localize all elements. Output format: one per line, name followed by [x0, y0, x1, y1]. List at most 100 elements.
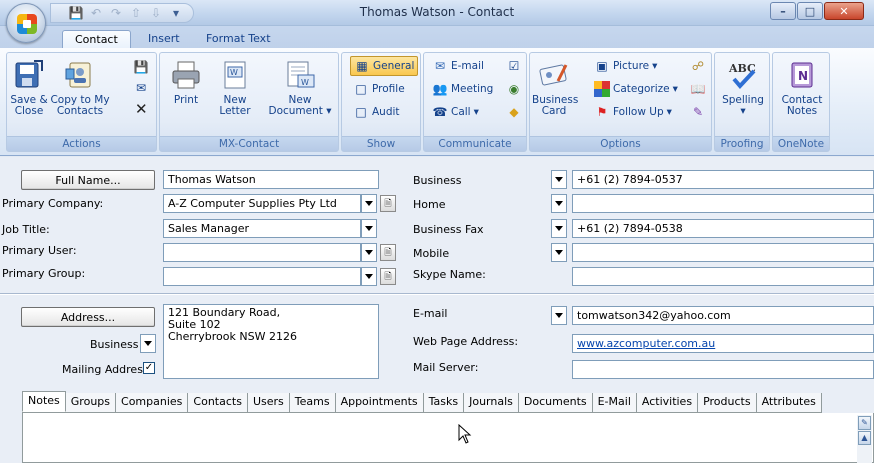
office-button[interactable]: [6, 3, 46, 43]
map-button[interactable]: ◆: [506, 102, 522, 122]
ribbon: Save & Close Copy to My Contacts 💾 ✉ ✕ A…: [0, 48, 874, 156]
printer-icon: [169, 57, 203, 93]
minimize-button[interactable]: –: [770, 2, 796, 20]
notes-scrollbar[interactable]: ✎ ▲: [857, 415, 872, 463]
meeting-button[interactable]: 👥 Meeting: [432, 79, 494, 99]
full-name-input[interactable]: Thomas Watson: [163, 170, 379, 189]
primary-user-open-button[interactable]: 🗎: [380, 244, 396, 261]
phone-type-dropdown-home[interactable]: [551, 194, 567, 213]
address-textarea[interactable]: 121 Boundary Road, Suite 102 Cherrybrook…: [163, 304, 379, 379]
primary-group-dropdown-arrow[interactable]: [361, 267, 377, 286]
categorize-button[interactable]: Categorize ▾: [594, 79, 678, 99]
save-close-label-line2: Close: [14, 105, 44, 117]
tab-insert[interactable]: Insert: [136, 30, 192, 48]
office-logo-icon: [17, 14, 37, 34]
profile-button[interactable]: □ Profile: [353, 79, 404, 99]
open-record-icon: 🗎: [384, 271, 392, 282]
primary-group-open-button[interactable]: 🗎: [380, 268, 396, 285]
phone-label-home: Home: [413, 198, 446, 211]
tab-companies[interactable]: Companies: [116, 393, 189, 412]
primary-company-select[interactable]: A-Z Computer Supplies Pty Ltd: [163, 194, 361, 213]
form-divider: [0, 293, 874, 295]
job-title-dropdown-arrow[interactable]: [361, 219, 377, 238]
tab-teams[interactable]: Teams: [289, 393, 336, 412]
tab-activities[interactable]: Activities: [636, 393, 699, 412]
save-close-button[interactable]: Save & Close: [9, 55, 49, 117]
private-button[interactable]: ☍: [690, 56, 706, 76]
job-title-select[interactable]: Sales Manager: [163, 219, 361, 238]
address-book-button[interactable]: 📖: [690, 79, 706, 99]
full-name-button[interactable]: Full Name...: [21, 170, 155, 190]
mail-merge-button[interactable]: ✉: [133, 78, 149, 98]
phone-input-business[interactable]: +61 (2) 7894-0537: [572, 170, 874, 189]
title-bar: 💾 ↶ ↷ ⇧ ⇩ ▾ Thomas Watson - Contact – □ …: [0, 0, 874, 26]
audit-button[interactable]: □ Audit: [353, 102, 399, 122]
phone-input-business-fax[interactable]: +61 (2) 7894-0538: [572, 219, 874, 238]
picture-button[interactable]: ▣ Picture ▾: [594, 56, 657, 76]
business-card-button[interactable]: Business Card: [532, 55, 578, 117]
mailing-address-checkbox[interactable]: ✓: [143, 362, 155, 374]
copy-to-my-contacts-button[interactable]: Copy to My Contacts: [49, 55, 111, 117]
print-button[interactable]: Print: [166, 55, 206, 106]
phone-type-dropdown-business-fax[interactable]: [551, 219, 567, 238]
email-button[interactable]: ✉ E-mail: [432, 56, 484, 76]
phone-input-home[interactable]: [572, 194, 874, 213]
group-label-proofing: Proofing: [715, 136, 769, 151]
web-page-link[interactable]: www.azcomputer.com.au: [577, 337, 715, 350]
skype-name-input[interactable]: [572, 267, 874, 286]
tab-users[interactable]: Users: [247, 393, 290, 412]
notes-textarea[interactable]: [22, 413, 874, 463]
email-input[interactable]: tomwatson342@yahoo.com: [572, 306, 874, 325]
primary-user-dropdown-arrow[interactable]: [361, 243, 377, 262]
tab-attributes[interactable]: Attributes: [756, 393, 822, 412]
address-type-label: Business: [90, 338, 139, 351]
maximize-button[interactable]: □: [797, 2, 823, 20]
tab-notes[interactable]: Notes: [22, 391, 66, 412]
tab-format-text[interactable]: Format Text: [194, 30, 283, 48]
phone-type-dropdown-business[interactable]: [551, 170, 567, 189]
general-button[interactable]: ▦ General: [350, 56, 419, 76]
group-label-options: Options: [530, 136, 711, 151]
tab-contacts[interactable]: Contacts: [188, 393, 248, 412]
mail-server-input[interactable]: [572, 360, 874, 379]
primary-user-select[interactable]: [163, 243, 361, 262]
delete-button[interactable]: ✕: [135, 99, 148, 119]
phone-icon: ☎: [432, 105, 448, 119]
call-button[interactable]: ☎ Call ▾: [432, 102, 479, 122]
save-dropdown-button[interactable]: 💾: [133, 57, 149, 77]
follow-up-button[interactable]: ⚑ Follow Up ▾: [594, 102, 672, 122]
spelling-button[interactable]: ABC Spelling ▾: [719, 55, 767, 117]
notes-edit-icon[interactable]: ✎: [858, 416, 871, 430]
web-page-input[interactable]: www.azcomputer.com.au: [572, 334, 874, 353]
tab-products[interactable]: Products: [698, 393, 757, 412]
chevron-down-icon: ▾: [473, 106, 479, 118]
phone-type-dropdown-mobile[interactable]: [551, 243, 567, 262]
tab-tasks[interactable]: Tasks: [423, 393, 465, 412]
tab-email[interactable]: E-Mail: [592, 393, 637, 412]
tab-contact[interactable]: Contact: [62, 30, 131, 48]
group-label-communicate: Communicate: [424, 136, 526, 151]
new-letter-button[interactable]: W New Letter: [212, 55, 258, 117]
tab-documents[interactable]: Documents: [518, 393, 593, 412]
scroll-up-icon[interactable]: ▲: [858, 431, 871, 445]
tab-groups[interactable]: Groups: [65, 393, 117, 412]
email-type-dropdown[interactable]: [551, 306, 567, 325]
primary-group-select[interactable]: [163, 267, 361, 286]
primary-company-open-button[interactable]: 🗎: [380, 195, 396, 212]
address-type-dropdown[interactable]: [140, 334, 156, 353]
contact-form: Full Name... Thomas Watson Primary Compa…: [0, 157, 874, 463]
tab-appointments[interactable]: Appointments: [335, 393, 424, 412]
tab-journals[interactable]: Journals: [464, 393, 519, 412]
address-button[interactable]: Address...: [21, 307, 155, 327]
new-document-button[interactable]: W New Document ▾: [262, 55, 338, 117]
contact-notes-button[interactable]: N Contact Notes: [777, 55, 827, 117]
clear-flag-button[interactable]: ✎: [690, 102, 706, 122]
chevron-down-icon: ▾: [326, 105, 332, 117]
phone-input-mobile[interactable]: [572, 243, 874, 262]
primary-company-dropdown-arrow[interactable]: [361, 194, 377, 213]
close-button[interactable]: ✕: [824, 2, 864, 20]
web-page-button[interactable]: ◉: [506, 79, 522, 99]
chevron-down-icon: [365, 274, 373, 279]
open-record-icon: 🗎: [384, 198, 392, 209]
assign-task-button[interactable]: ☑: [506, 56, 522, 76]
